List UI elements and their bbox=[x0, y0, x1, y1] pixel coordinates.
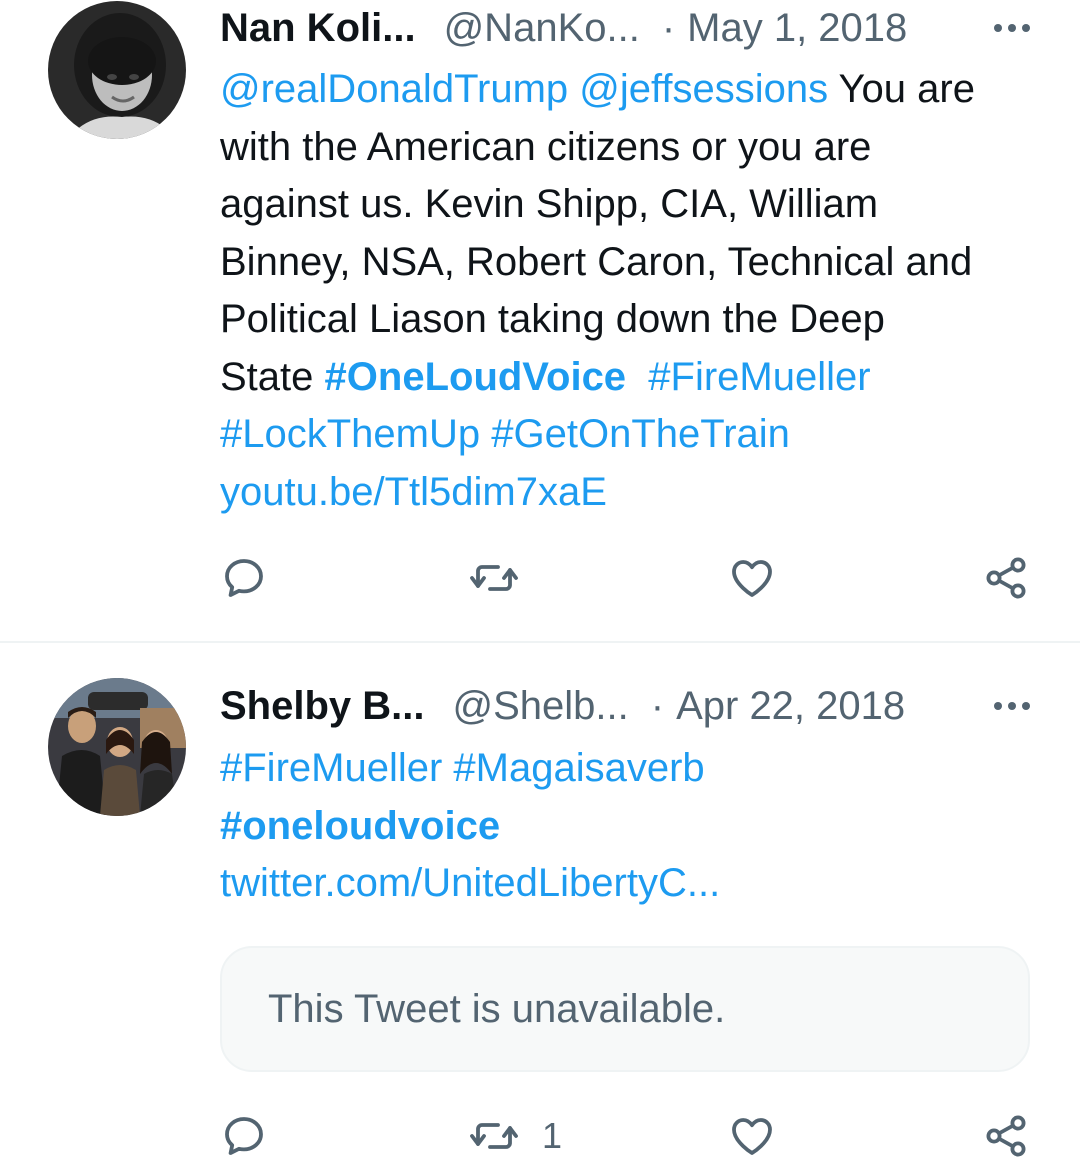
retweet-button[interactable] bbox=[468, 548, 520, 608]
hashtag[interactable]: #OneLoudVoice bbox=[325, 355, 627, 399]
tweet[interactable]: Shelby B... @Shelb... · Apr 22, 2018 #Fi… bbox=[0, 644, 1080, 1173]
share-icon bbox=[986, 1115, 1026, 1157]
retweet-icon bbox=[470, 565, 518, 591]
quote-text: This Tweet is unavailable. bbox=[268, 986, 726, 1031]
tweet-date[interactable]: Apr 22, 2018 bbox=[676, 684, 905, 729]
tweet-link[interactable]: youtu.be/Ttl5dim7xaE bbox=[220, 470, 607, 514]
tweet[interactable]: Nan Koli... @NanKo... · May 1, 2018 @rea… bbox=[0, 0, 1080, 642]
tweet-actions bbox=[220, 548, 1030, 608]
author-name[interactable]: Shelby B... bbox=[220, 684, 425, 729]
author-handle[interactable]: @NanKo... bbox=[444, 6, 640, 51]
divider bbox=[0, 641, 1080, 643]
tweet-date[interactable]: May 1, 2018 bbox=[687, 6, 907, 51]
tweet-header: Shelby B... @Shelb... · Apr 22, 2018 bbox=[220, 678, 1030, 734]
quoted-tweet-unavailable[interactable]: This Tweet is unavailable. bbox=[220, 946, 1030, 1072]
hashtag[interactable]: #LockThemUp bbox=[220, 412, 480, 456]
mention[interactable]: @realDonaldTrump bbox=[220, 67, 568, 111]
text-fragment: You are bbox=[838, 67, 975, 111]
hashtag[interactable]: #GetOnTheTrain bbox=[491, 412, 790, 456]
text-fragment: with the American citizens or you are bbox=[220, 124, 872, 169]
share-button[interactable] bbox=[982, 548, 1030, 608]
text-fragment: Binney, NSA, Robert Caron, Technical and bbox=[220, 239, 973, 284]
separator: · bbox=[650, 683, 665, 728]
avatar[interactable] bbox=[48, 678, 186, 816]
retweet-icon bbox=[470, 1123, 518, 1149]
separator: · bbox=[661, 5, 676, 50]
text-fragment: Political Liason taking down the Deep bbox=[220, 297, 885, 341]
author-handle[interactable]: @Shelb... bbox=[453, 684, 629, 729]
hashtag[interactable]: #FireMueller bbox=[648, 355, 870, 399]
text-fragment: State bbox=[220, 354, 314, 399]
tweet-header: Nan Koli... @NanKo... · May 1, 2018 bbox=[220, 0, 1030, 56]
author-name[interactable]: Nan Koli... bbox=[220, 6, 416, 51]
hashtag[interactable]: #FireMueller bbox=[220, 746, 442, 790]
more-options-icon[interactable] bbox=[980, 0, 1030, 56]
more-options-icon[interactable] bbox=[980, 678, 1030, 734]
avatar[interactable] bbox=[48, 1, 186, 139]
reply-button[interactable] bbox=[220, 548, 268, 608]
like-icon bbox=[732, 1118, 772, 1155]
text-fragment: against us. Kevin Shipp, CIA, William bbox=[220, 182, 879, 226]
like-button[interactable] bbox=[728, 1106, 776, 1166]
retweet-button[interactable]: 1 bbox=[468, 1106, 562, 1166]
tweet-actions: 1 bbox=[220, 1106, 1030, 1166]
reply-icon bbox=[225, 1117, 263, 1155]
tweet-text: #FireMueller #Magaisaverb #oneloudvoice … bbox=[220, 740, 1040, 913]
like-button[interactable] bbox=[728, 548, 776, 608]
mention[interactable]: @jeffsessions bbox=[579, 67, 828, 111]
reply-button[interactable] bbox=[220, 1106, 268, 1166]
tweet-link[interactable]: twitter.com/UnitedLibertyC... bbox=[220, 861, 720, 905]
like-icon bbox=[732, 560, 772, 597]
retweet-count: 1 bbox=[542, 1115, 563, 1156]
reply-icon bbox=[225, 559, 263, 597]
share-button[interactable] bbox=[982, 1106, 1030, 1166]
tweet-text: @realDonaldTrump @jeffsessions You are w… bbox=[220, 61, 1040, 521]
share-icon bbox=[986, 557, 1026, 599]
hashtag[interactable]: #Magaisaverb bbox=[453, 746, 704, 790]
hashtag[interactable]: #oneloudvoice bbox=[220, 804, 500, 848]
